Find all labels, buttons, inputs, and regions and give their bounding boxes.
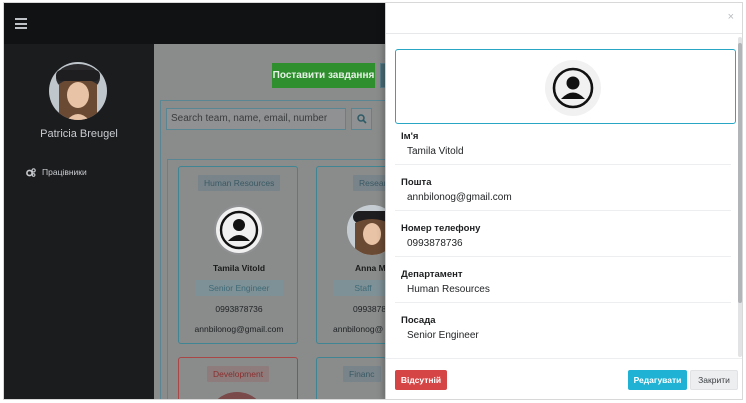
department-badge: Research — [353, 175, 386, 191]
divider — [395, 210, 731, 211]
field-email: Пошта annbilonog@gmail.com — [401, 177, 731, 203]
search-button[interactable] — [351, 108, 372, 130]
gears-icon — [26, 167, 36, 177]
field-value: Human Resources — [407, 284, 490, 295]
role-badge: Senior Engineer — [195, 280, 283, 296]
close-button[interactable]: Закрити — [690, 370, 738, 390]
field-value: 0993878736 — [407, 238, 463, 249]
employee-photo — [347, 205, 386, 255]
role-badge: Staff — [333, 280, 386, 296]
field-name: Ім'я Tamila Vitold — [401, 131, 731, 157]
field-label: Номер телефону — [401, 223, 481, 234]
field-position: Посада Senior Engineer — [401, 315, 731, 341]
menu-icon[interactable] — [15, 18, 27, 29]
employee-card[interactable]: Financ — [316, 357, 386, 399]
field-value: annbilonog@gmail.com — [407, 192, 512, 203]
app-window: Patricia Breugel Працівники Поставити за… — [3, 2, 743, 400]
user-name: Patricia Breugel — [40, 128, 118, 140]
field-label: Департамент — [401, 269, 463, 280]
search-input[interactable]: Search team, name, email, number — [166, 108, 346, 130]
user-avatar — [49, 62, 107, 120]
employee-details-modal: × Ім'я Tamila Vitold Пошта annbilonog@gm… — [385, 3, 742, 399]
photo-upload-box[interactable] — [395, 49, 736, 124]
employee-phone: 0993878 — [353, 304, 386, 314]
search-icon — [356, 114, 367, 124]
employee-name: Anna M — [355, 263, 386, 273]
employee-phone: 0993878736 — [215, 304, 263, 314]
field-label: Посада — [401, 315, 436, 326]
employee-card[interactable]: Research Anna M Staff 0993878 annbilonog… — [316, 166, 386, 344]
field-value: Senior Engineer — [407, 330, 479, 341]
sidebar: Patricia Breugel Працівники — [4, 44, 154, 399]
sidebar-item-label: Працівники — [42, 167, 87, 177]
department-badge: Human Resources — [198, 175, 281, 191]
divider — [395, 302, 731, 303]
employee-card[interactable]: Human Resources Tamila Vitold Senior Eng… — [178, 166, 298, 344]
field-label: Ім'я — [401, 131, 419, 142]
field-label: Пошта — [401, 177, 432, 188]
employee-email: annbilonog@gmail.com — [194, 324, 284, 334]
field-department: Департамент Human Resources — [401, 269, 731, 295]
edit-button[interactable]: Редагувати — [628, 370, 687, 390]
field-phone: Номер телефону 0993878736 — [401, 223, 731, 249]
department-badge: Financ — [343, 366, 381, 382]
close-icon[interactable]: × — [728, 11, 734, 23]
employee-photo-partial — [207, 392, 267, 399]
employee-name: Tamila Vitold — [212, 263, 266, 273]
field-value: Tamila Vitold — [407, 146, 464, 157]
employee-email: annbilonog@ — [333, 324, 384, 334]
placeholder-avatar — [214, 205, 264, 255]
employee-card[interactable]: Development — [178, 357, 298, 399]
absent-button[interactable]: Відсутній — [395, 370, 447, 390]
divider — [395, 256, 731, 257]
department-badge: Development — [207, 366, 270, 382]
divider — [386, 358, 742, 359]
avatar-placeholder-icon — [545, 60, 601, 116]
divider — [395, 164, 731, 165]
sidebar-item-employees[interactable]: Працівники — [26, 165, 87, 179]
scrollbar-thumb[interactable] — [738, 43, 742, 303]
assign-task-button[interactable]: Поставити завдання — [272, 63, 375, 88]
divider — [386, 33, 742, 34]
